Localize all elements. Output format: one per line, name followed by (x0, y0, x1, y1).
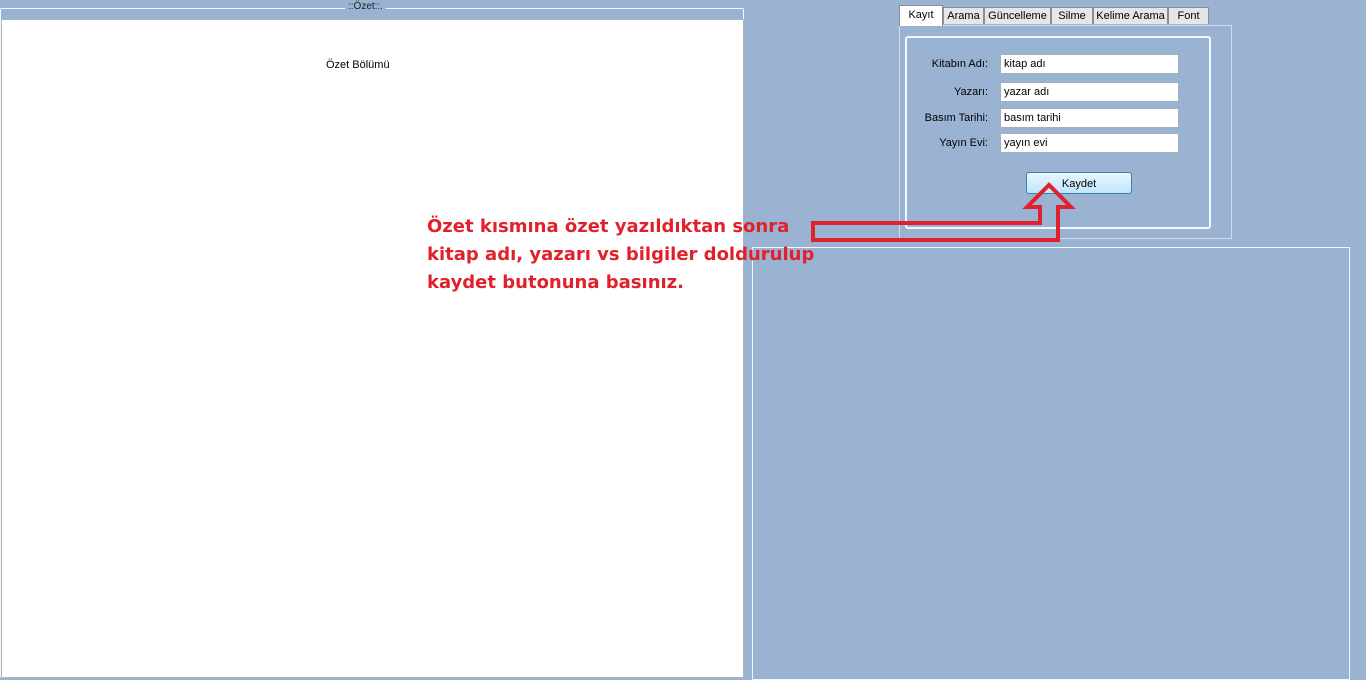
tab-arama[interactable]: Arama (943, 7, 984, 24)
kitap-adi-input[interactable] (1000, 54, 1179, 74)
annotation-line-2: kitap adı, yazarı vs bilgiler doldurulup (427, 244, 815, 265)
ozet-textarea[interactable] (1, 19, 744, 678)
tab-kayit[interactable]: Kayıt (899, 5, 943, 26)
tab-font[interactable]: Font (1168, 7, 1209, 24)
ozet-placeholder-label: Özet Bölümü (326, 59, 390, 71)
ozet-group-title: ::Özet::. (345, 1, 387, 13)
yayin-evi-input[interactable] (1000, 133, 1179, 153)
basim-tarihi-label: Basım Tarihi: (924, 112, 988, 124)
yazar-input[interactable] (1000, 82, 1179, 102)
instruction-annotation: Özet kısmına özet yazıldıktan sonra kita… (427, 213, 827, 297)
annotation-line-1: Özet kısmına özet yazıldıktan sonra (427, 216, 790, 237)
results-panel (752, 247, 1350, 680)
annotation-arrow-icon (811, 182, 1076, 242)
yayin-evi-label: Yayın Evi: (939, 137, 988, 149)
annotation-line-3: kaydet butonuna basınız. (427, 272, 685, 293)
yazar-label: Yazarı: (953, 86, 988, 98)
tab-guncelleme[interactable]: Güncelleme (984, 7, 1051, 24)
tab-silme[interactable]: Silme (1051, 7, 1093, 24)
basim-tarihi-input[interactable] (1000, 108, 1179, 128)
kitap-adi-label: Kitabın Adı: (931, 58, 988, 70)
tab-kelime-arama[interactable]: Kelime Arama (1093, 7, 1168, 24)
